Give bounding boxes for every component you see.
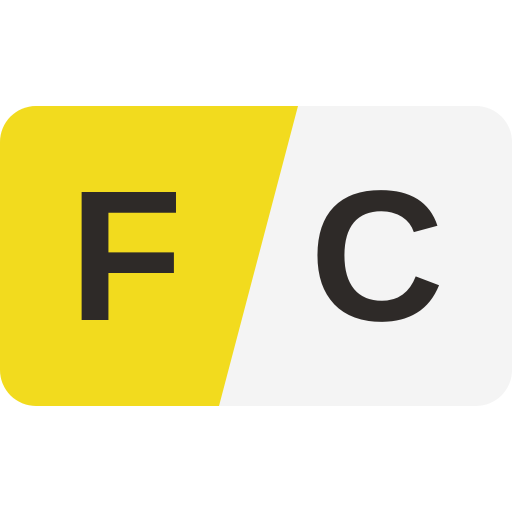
- logo-canvas: F C: [0, 0, 512, 512]
- letter-f: F: [69, 153, 183, 360]
- fc-logo: F C: [0, 106, 512, 406]
- letter-c: C: [310, 153, 444, 360]
